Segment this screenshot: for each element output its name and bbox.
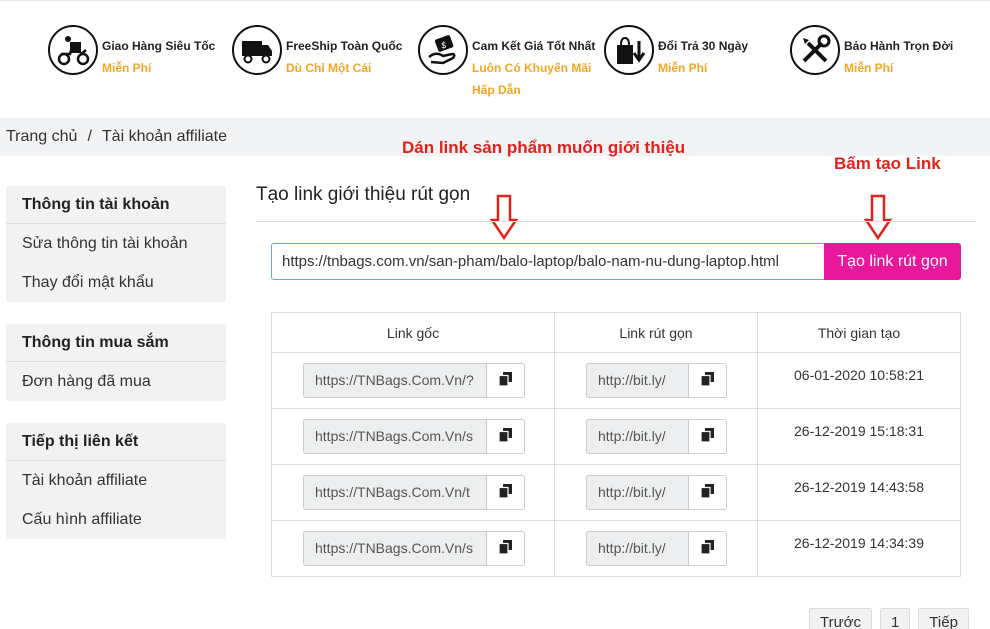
delivery-truck-icon: [232, 25, 282, 75]
feature-sub: Luôn Có Khuyến Mãi: [472, 61, 592, 75]
copy-short-button[interactable]: [689, 475, 727, 510]
cell-created-time: 26-12-2019 14:34:39: [757, 520, 961, 577]
breadcrumb-home[interactable]: Trang chủ: [6, 128, 77, 145]
sidebar-account-section: Thông tin tài khoản Sửa thông tin tài kh…: [6, 186, 226, 302]
copy-icon: [498, 540, 512, 557]
copy-icon: [700, 540, 714, 557]
cell-original-link: https://TNBags.Com.Vn/s: [271, 408, 555, 465]
return-bag-icon: [604, 25, 654, 75]
sidebar-affiliate-section: Tiếp thị liên kết Tài khoản affiliate Cấ…: [6, 423, 226, 539]
short-link-field[interactable]: http://bit.ly/: [586, 419, 689, 454]
cell-short-link: http://bit.ly/: [554, 408, 758, 465]
original-link-field[interactable]: https://TNBags.Com.Vn/t: [303, 475, 487, 510]
cell-created-time: 06-01-2020 10:58:21: [757, 352, 961, 409]
feature-best-price: $ Cam Kết Giá Tốt Nhất Luôn Có Khuyến Mãi…: [418, 25, 595, 101]
create-short-link-button[interactable]: Tạo link rút gọn: [824, 243, 961, 280]
copy-original-button[interactable]: [487, 531, 525, 566]
title-divider: [256, 221, 976, 222]
cell-original-link: https://TNBags.Com.Vn/?: [271, 352, 555, 409]
feature-warranty: Bảo Hành Trọn Đời Miễn Phí: [790, 25, 953, 79]
annotation-paste-link: Dán link sản phẩm muốn giới thiệu: [402, 138, 686, 157]
delivery-scooter-icon: [48, 25, 98, 75]
table-row: https://TNBags.Com.Vn/t http://bit.ly/26-…: [271, 464, 961, 521]
sidebar-item-affiliate-config[interactable]: Cấu hình affiliate: [6, 500, 226, 539]
copy-original-button[interactable]: [487, 419, 525, 454]
sidebar-item-affiliate-account[interactable]: Tài khoản affiliate: [6, 461, 226, 500]
original-link-field[interactable]: https://TNBags.Com.Vn/?: [303, 363, 487, 398]
column-header-created: Thời gian tạo: [757, 312, 961, 353]
cell-short-link: http://bit.ly/: [554, 520, 758, 577]
original-link-field[interactable]: https://TNBags.Com.Vn/s: [303, 419, 487, 454]
sidebar-item-orders[interactable]: Đơn hàng đã mua: [6, 362, 226, 401]
short-links-table: Link gốc Link rút gọn Thời gian tạo http…: [271, 312, 961, 577]
tools-icon: [790, 25, 840, 75]
short-link-field[interactable]: http://bit.ly/: [586, 475, 689, 510]
price-hand-icon: $: [418, 25, 468, 75]
pagination: Trước 1 Tiếp: [801, 608, 969, 629]
table-row: https://TNBags.Com.Vn/s http://bit.ly/26-…: [271, 520, 961, 577]
feature-sub: Miễn Phí: [102, 61, 152, 75]
down-arrow-icon: [490, 194, 518, 240]
column-header-short: Link rút gọn: [554, 312, 758, 353]
feature-fast-delivery: Giao Hàng Siêu Tốc Miễn Phí: [48, 25, 215, 79]
original-link-field[interactable]: https://TNBags.Com.Vn/s: [303, 531, 487, 566]
feature-sub: Miễn Phí: [658, 61, 708, 75]
copy-short-button[interactable]: [689, 531, 727, 566]
feature-strip: Giao Hàng Siêu Tốc Miễn Phí FreeShip Toàn…: [0, 0, 990, 118]
feature-sub: Dù Chỉ Một Cái: [286, 61, 372, 75]
sidebar-shopping-section: Thông tin mua sắm Đơn hàng đã mua: [6, 324, 226, 401]
product-url-input[interactable]: [271, 243, 825, 280]
sidebar-heading-account: Thông tin tài khoản: [6, 186, 226, 224]
copy-icon: [498, 372, 512, 389]
cell-short-link: http://bit.ly/: [554, 464, 758, 521]
feature-sub-2: Hấp Dẫn: [472, 83, 521, 97]
svg-text:$: $: [441, 41, 447, 51]
feature-title: Đổi Trả 30 Ngày: [658, 39, 749, 53]
feature-title: Bảo Hành Trọn Đời: [844, 39, 954, 53]
copy-short-button[interactable]: [689, 363, 727, 398]
cell-short-link: http://bit.ly/: [554, 352, 758, 409]
feature-title: Cam Kết Giá Tốt Nhất: [472, 39, 596, 53]
pagination-next[interactable]: Tiếp: [918, 608, 969, 629]
pagination-page[interactable]: 1: [879, 608, 911, 629]
column-header-original: Link gốc: [271, 312, 555, 353]
cell-created-time: 26-12-2019 14:43:58: [757, 464, 961, 521]
feature-freeship: FreeShip Toàn Quốc Dù Chỉ Một Cái: [232, 25, 402, 79]
annotation-click-create: Bấm tạo Link: [834, 154, 941, 173]
copy-icon: [498, 484, 512, 501]
down-arrow-icon: [864, 194, 892, 240]
feature-return: Đổi Trả 30 Ngày Miễn Phí: [604, 25, 748, 79]
cell-created-time: 26-12-2019 15:18:31: [757, 408, 961, 465]
copy-original-button[interactable]: [487, 363, 525, 398]
copy-icon: [700, 372, 714, 389]
copy-original-button[interactable]: [487, 475, 525, 510]
short-link-field[interactable]: http://bit.ly/: [586, 531, 689, 566]
sidebar-heading-affiliate: Tiếp thị liên kết: [6, 423, 226, 461]
cell-original-link: https://TNBags.Com.Vn/s: [271, 520, 555, 577]
table-header-row: Link gốc Link rút gọn Thời gian tạo: [271, 312, 961, 353]
sidebar-item-edit-account[interactable]: Sửa thông tin tài khoản: [6, 224, 226, 263]
sidebar-heading-shopping: Thông tin mua sắm: [6, 324, 226, 362]
feature-title: Giao Hàng Siêu Tốc: [102, 39, 216, 53]
copy-icon: [498, 428, 512, 445]
copy-icon: [700, 428, 714, 445]
short-link-field[interactable]: http://bit.ly/: [586, 363, 689, 398]
breadcrumb-separator: /: [87, 128, 92, 145]
table-row: https://TNBags.Com.Vn/? http://bit.ly/06-…: [271, 352, 961, 409]
feature-sub: Miễn Phí: [844, 61, 894, 75]
feature-title: FreeShip Toàn Quốc: [286, 39, 403, 53]
pagination-prev[interactable]: Trước: [809, 608, 872, 629]
cell-original-link: https://TNBags.Com.Vn/t: [271, 464, 555, 521]
copy-short-button[interactable]: [689, 419, 727, 454]
sidebar-item-change-password[interactable]: Thay đổi mật khẩu: [6, 263, 226, 302]
copy-icon: [700, 484, 714, 501]
table-row: https://TNBags.Com.Vn/s http://bit.ly/26-…: [271, 408, 961, 465]
page-title: Tạo link giới thiệu rút gọn: [256, 184, 471, 205]
breadcrumb-current: Tài khoản affiliate: [101, 128, 228, 145]
